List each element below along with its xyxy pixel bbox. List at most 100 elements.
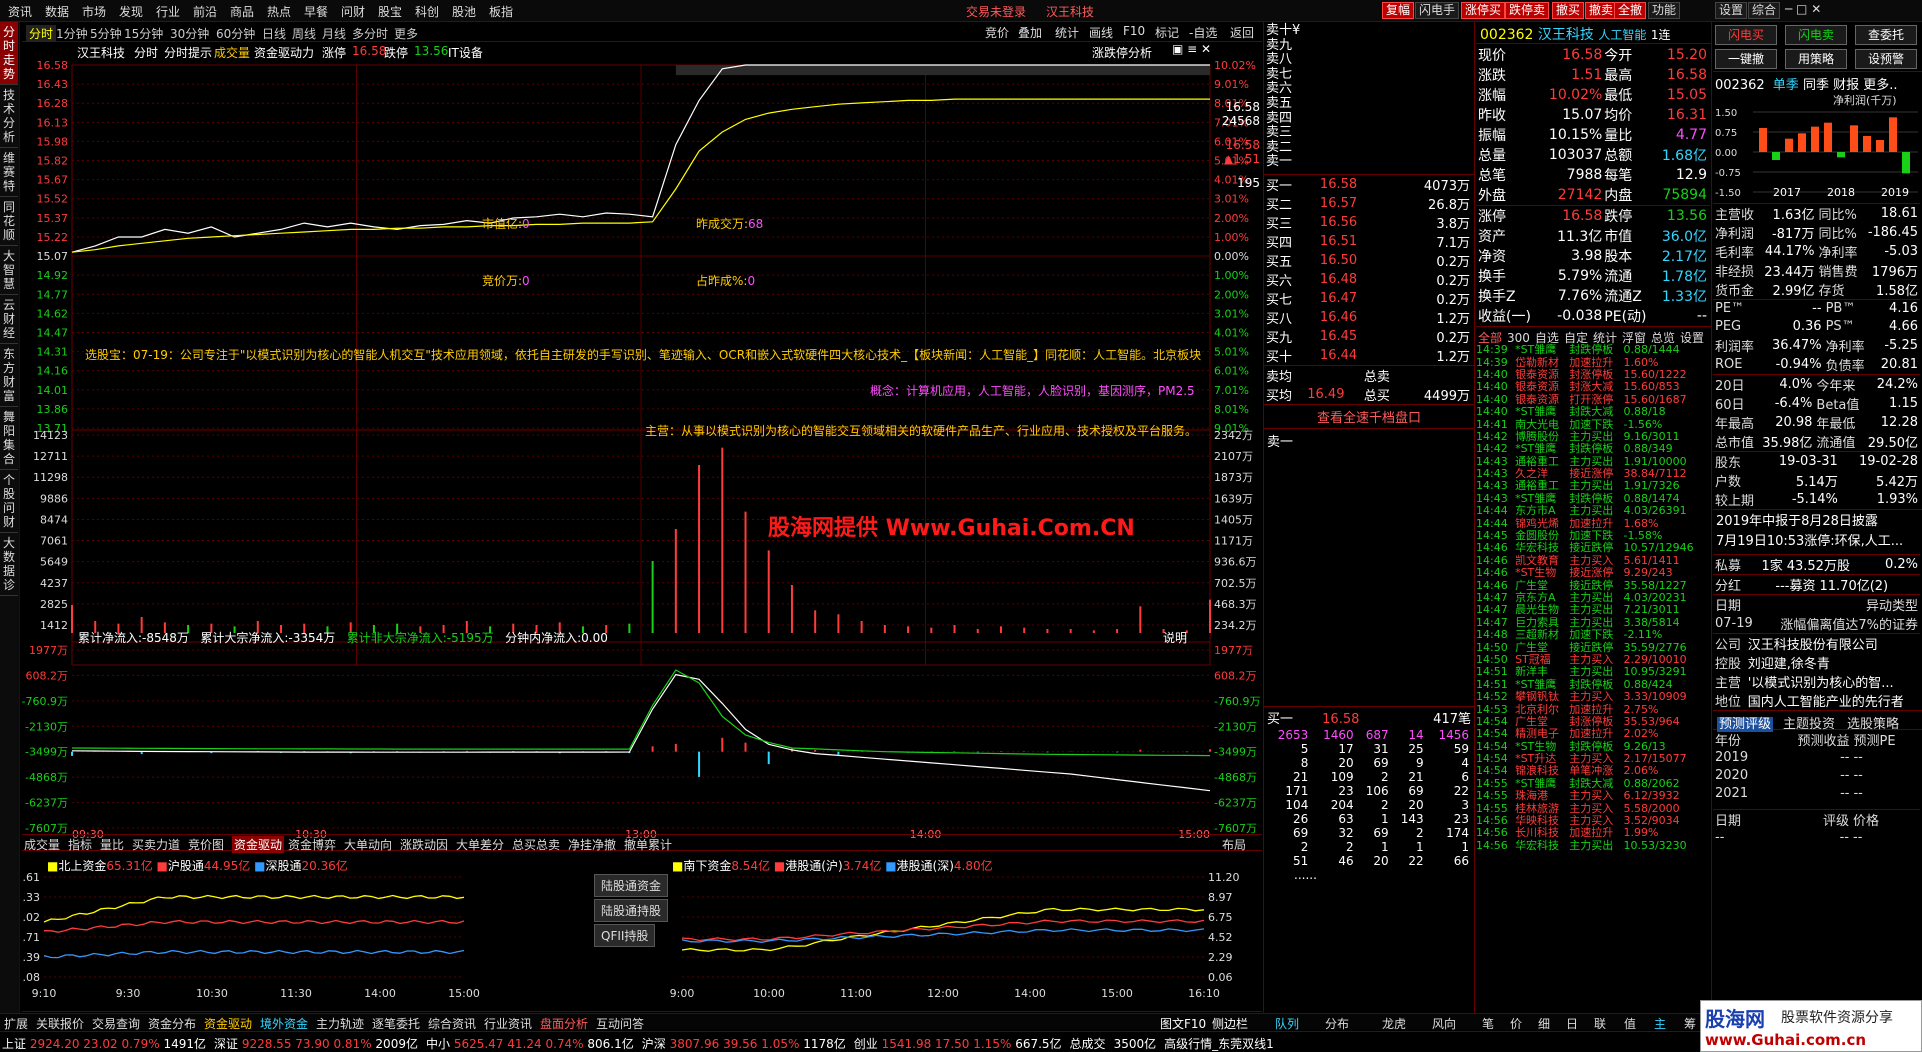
top-menu-12[interactable]: 股池 [452,3,476,20]
hk-connect-button-1[interactable]: 陆股通持股 [594,899,669,922]
side-tab-4[interactable]: 大智慧 [0,246,18,295]
news-line-1[interactable]: 选股宝：07-19：公司专注于"以模式识别为核心的智能人机交互"技术应用领域，依… [85,346,1205,363]
alert-row[interactable]: 14:43 通裕重工 主力买出 1.91/7326 [1476,480,1710,492]
alert-row[interactable]: 14:54 锦浪科技 单笔冲涨 2.06% [1476,765,1710,777]
func-tab-11[interactable]: 互动问答 [596,1015,644,1032]
alert-row[interactable]: 14:55 桂林旅游 主力买入 5.58/2000 [1476,802,1710,814]
alert-row[interactable]: 14:56 长川科技 加速拉升 1.99% [1476,827,1710,839]
list-tab-6[interactable]: 细 [1538,1015,1550,1032]
func-tab-7[interactable]: 逐笔委托 [372,1015,420,1032]
top-menu-8[interactable]: 早餐 [304,3,328,20]
chart-item-drive[interactable]: 资金驱动力 [254,44,314,61]
chart-item-tip[interactable]: 分时提示 [164,44,212,61]
side-tab-5[interactable]: 云财经 [0,295,18,344]
side-tab-1[interactable]: 技术分析 [0,85,18,148]
index-3[interactable]: 沪深 3807.96 39.56 1.05% 1178亿 [642,1037,846,1051]
alert-row[interactable]: 14:53 北京利尔 加速拉升 2.75% [1476,703,1710,715]
trade-button-0[interactable]: 闪电买 [1715,25,1777,45]
period-tab-9[interactable]: 多分时 [352,25,388,42]
chart-button-0[interactable]: 竞价 [985,24,1009,41]
indicator-tab-4[interactable]: 竞价图 [188,836,224,853]
top-button-1[interactable]: 闪电手 [1415,2,1460,19]
side-tab-0[interactable]: 分时走势 [0,22,18,85]
chart-settings-icons[interactable]: ▣ ≡ ✕ [1172,42,1211,56]
fin-tab-same[interactable]: 同季 [1803,78,1829,93]
alert-row[interactable]: 14:51 *ST雏鹰 封跌停板 0.88/424 [1476,678,1710,691]
indicator-tab-5[interactable]: 资金驱动 [232,836,285,853]
limit-notice[interactable]: 7月19日10:53涨停:环保,人工... [1716,532,1919,552]
alert-row[interactable]: 14:55 珠海港 主力买入 6.12/3932 [1476,790,1710,802]
chart-button-1[interactable]: 叠加 [1018,24,1042,41]
alert-row[interactable]: 14:54 *ST生物 封跌停板 9.26/13 [1476,740,1710,753]
func-tab-3[interactable]: 资金分布 [148,1015,196,1032]
side-tab-7[interactable]: 舞阳集合 [0,407,18,470]
alert-row[interactable]: 14:39 岱勒新材 加速拉升 1.60% [1476,356,1710,368]
top-menu-9[interactable]: 问财 [341,3,365,20]
indicator-tab-10[interactable]: 总买总卖 [512,836,560,853]
alert-row[interactable]: 14:52 攀钢钒钛 主力买入 3.33/10909 [1476,690,1710,703]
top-menu-6[interactable]: 商品 [230,3,254,20]
chart-button-6[interactable]: -自选 [1189,24,1217,41]
period-tab-7[interactable]: 周线 [292,25,316,42]
top-button-0[interactable]: 复幅 [1382,2,1415,19]
flow-help[interactable]: 说明 [1163,629,1187,646]
hk-connect-button-2[interactable]: QFII持股 [594,924,656,947]
report-notice[interactable]: 2019年中报于8月28日披露 [1716,512,1919,532]
list-tab-1[interactable]: 分布 [1325,1015,1349,1032]
side-tab-9[interactable]: 大数据诊 [0,533,18,596]
period-tab-6[interactable]: 日线 [262,25,286,42]
func-tab-0[interactable]: 扩展 [4,1015,28,1032]
alert-row[interactable]: 14:51 新洋丰 主力买出 10.95/3291 [1476,666,1710,678]
func-tab-10[interactable]: 盘面分析 [540,1015,588,1032]
side-tab-3[interactable]: 同花顺 [0,197,18,246]
top-button-7[interactable]: 功能 [1648,2,1681,19]
indicator-tab-9[interactable]: 大单差分 [456,836,504,853]
fin-tab-more[interactable]: 更多.. [1863,78,1897,93]
chart-mode[interactable]: 分时 [134,44,158,61]
indicator-tab-2[interactable]: 量比 [100,836,124,853]
period-tab-1[interactable]: 1分钟 [56,25,88,42]
top-menu-4[interactable]: 行业 [156,3,180,20]
alert-row[interactable]: 14:50 广生堂 接近跌停 35.59/2776 [1476,641,1710,653]
top-menu-3[interactable]: 发现 [119,3,143,20]
list-tab-4[interactable]: 笔 [1482,1015,1494,1032]
login-status[interactable]: 交易未登录 [966,3,1026,20]
period-tab-5[interactable]: 60分钟 [216,25,255,42]
list-tab-0[interactable]: 队列 [1275,1015,1299,1032]
alert-row[interactable]: 14:46 华宏科技 接近跌停 10.57/12946 [1476,542,1710,554]
index-4[interactable]: 创业 1541.98 17.50 1.15% 667.5亿 [854,1037,1062,1051]
alert-row[interactable]: 14:46 广生堂 接近跌停 35.58/1227 [1476,579,1710,591]
list-tab-5[interactable]: 价 [1510,1015,1522,1032]
top-menu-5[interactable]: 前沿 [193,3,217,20]
func-tab-5[interactable]: 境外资金 [260,1015,308,1032]
chart-button-4[interactable]: F10 [1123,24,1145,38]
index-1[interactable]: 深证 9228.55 73.90 0.81% 2009亿 [214,1037,418,1051]
indicator-tab-11[interactable]: 净挂净撤 [568,836,616,853]
top-button-6[interactable]: 全撤 [1614,2,1647,19]
alert-row[interactable]: 14:41 南大光电 加速下跌 -1.56% [1476,418,1710,430]
fin-tab-quarter[interactable]: 单季 [1773,78,1799,93]
chart-button-2[interactable]: 统计 [1055,24,1079,41]
top-button-5[interactable]: 撤卖 [1585,2,1618,19]
top-menu-2[interactable]: 市场 [82,3,106,20]
top-button-2[interactable]: 涨停买 [1461,2,1506,19]
period-tab-0[interactable]: 分时 [26,25,57,42]
top-button-3[interactable]: 跌停卖 [1505,2,1550,19]
news-line-3[interactable]: 主营：从事以模式识别为核心的智能交互领域相关的软硬件产品生产、行业应用、技术授权… [645,422,1197,439]
period-tab-3[interactable]: 15分钟 [124,25,163,42]
window-controls[interactable]: ─ □ ✕ [1785,2,1821,16]
period-tab-2[interactable]: 5分钟 [90,25,122,42]
alert-row[interactable]: 14:54 精测电子 加速拉升 2.02% [1476,728,1710,740]
top-button-8[interactable]: 设置 [1715,2,1748,19]
zdt-analysis[interactable]: 涨跌停分析 [1092,44,1152,61]
chart-button-3[interactable]: 画线 [1089,24,1113,41]
indicator-tab-3[interactable]: 买卖力道 [132,836,180,853]
alert-row[interactable]: 14:48 三超新材 加速下跌 -2.11% [1476,628,1710,641]
chart-item-volume[interactable]: 成交量 [214,44,250,61]
alert-row[interactable]: 14:44 东方市A 主力买出 4.03/26391 [1476,505,1710,517]
top-menu-7[interactable]: 热点 [267,3,291,20]
index-2[interactable]: 中小 5625.47 41.24 0.74% 806.1亿 [426,1037,634,1051]
top-button-4[interactable]: 撤买 [1552,2,1585,19]
quote-tag[interactable]: 人工智能 [1598,28,1646,42]
top-menu-0[interactable]: 资讯 [8,3,32,20]
